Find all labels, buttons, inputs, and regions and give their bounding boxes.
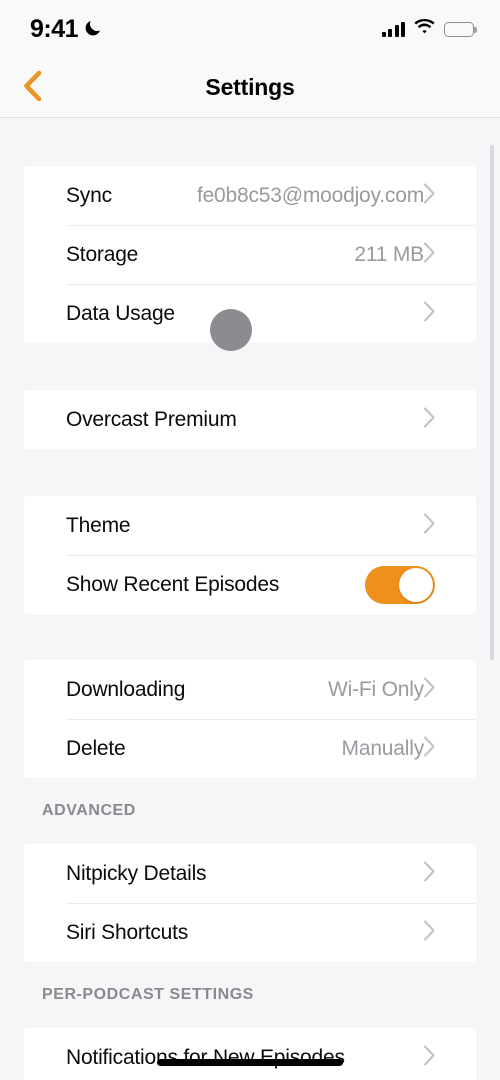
battery-full-icon (444, 21, 477, 37)
chevron-right-icon (423, 1044, 436, 1071)
chevron-right-icon (423, 512, 436, 539)
appearance-group: Theme Show Recent Episodes (24, 496, 476, 614)
row-sync[interactable]: Sync fe0b8c53@moodjoy.com (24, 166, 476, 225)
downloads-group: Downloading Wi-Fi Only Delete Manually (24, 660, 476, 778)
row-siri-shortcuts[interactable]: Siri Shortcuts (24, 903, 476, 962)
row-theme[interactable]: Theme (24, 496, 476, 555)
row-label: Nitpicky Details (66, 861, 207, 885)
chevron-right-icon (423, 182, 436, 209)
advanced-group: Nitpicky Details Siri Shortcuts (24, 844, 476, 962)
status-time: 9:41 (30, 14, 79, 43)
account-group: Sync fe0b8c53@moodjoy.com Storage 211 MB Dat… (24, 166, 476, 343)
status-bar-right (381, 18, 477, 40)
row-value: Manually (341, 736, 425, 760)
row-label: Sync (66, 183, 112, 207)
settings-list[interactable]: Sync fe0b8c53@moodjoy.com Storage 211 MB Dat… (0, 119, 500, 1080)
row-downloading[interactable]: Downloading Wi-Fi Only (24, 660, 476, 719)
row-label: Show Recent Episodes (66, 572, 280, 596)
row-label: Downloading (66, 677, 186, 701)
chevron-right-icon (423, 735, 436, 762)
row-delete[interactable]: Delete Manually (24, 719, 476, 778)
chevron-left-icon (21, 69, 45, 106)
toggle-show-recent-episodes[interactable] (365, 565, 435, 604)
chevron-right-icon (423, 241, 436, 268)
chevron-right-icon (423, 919, 436, 946)
crescent-moon-icon (84, 18, 103, 42)
chevron-right-icon (423, 676, 436, 703)
wifi-icon (414, 18, 435, 40)
touch-indicator (210, 309, 252, 351)
row-overcast-premium[interactable]: Overcast Premium (24, 390, 476, 449)
section-header-advanced-group: ADVANCED (42, 802, 136, 819)
chevron-right-icon (423, 406, 436, 433)
back-button[interactable] (8, 58, 58, 117)
row-label: Theme (66, 513, 131, 537)
phone-screen: 9:41 Settings Sync fe0b8c53@moodjoy.com … (0, 0, 500, 1080)
vertical-scrollbar[interactable] (490, 145, 494, 660)
chevron-right-icon (423, 300, 436, 327)
cellular-signal-icon (381, 21, 405, 37)
navigation-bar: Settings (0, 58, 500, 118)
page-title: Settings (205, 74, 295, 100)
row-label: Data Usage (66, 301, 175, 325)
row-nitpicky-details[interactable]: Nitpicky Details (24, 844, 476, 903)
row-label: Delete (66, 736, 126, 760)
row-value: Wi-Fi Only (328, 677, 424, 701)
status-bar-left: 9:41 (30, 14, 103, 43)
row-storage[interactable]: Storage 211 MB (24, 225, 476, 284)
row-show-recent-episodes[interactable]: Show Recent Episodes (24, 555, 476, 614)
row-label: Overcast Premium (66, 407, 237, 431)
row-label: Storage (66, 242, 139, 266)
per-podcast-group: Notifications for New Episodes (24, 1028, 476, 1080)
section-header-per-podcast-group: PER-PODCAST SETTINGS (42, 986, 254, 1003)
chevron-right-icon (423, 860, 436, 887)
home-indicator (157, 1059, 343, 1066)
row-notifications-for-new-episodes[interactable]: Notifications for New Episodes (24, 1028, 476, 1080)
row-label: Siri Shortcuts (66, 920, 189, 944)
toggle-knob (399, 567, 433, 602)
status-bar: 9:41 (0, 0, 500, 58)
premium-group: Overcast Premium (24, 390, 476, 449)
row-value: fe0b8c53@moodjoy.com (196, 183, 424, 207)
